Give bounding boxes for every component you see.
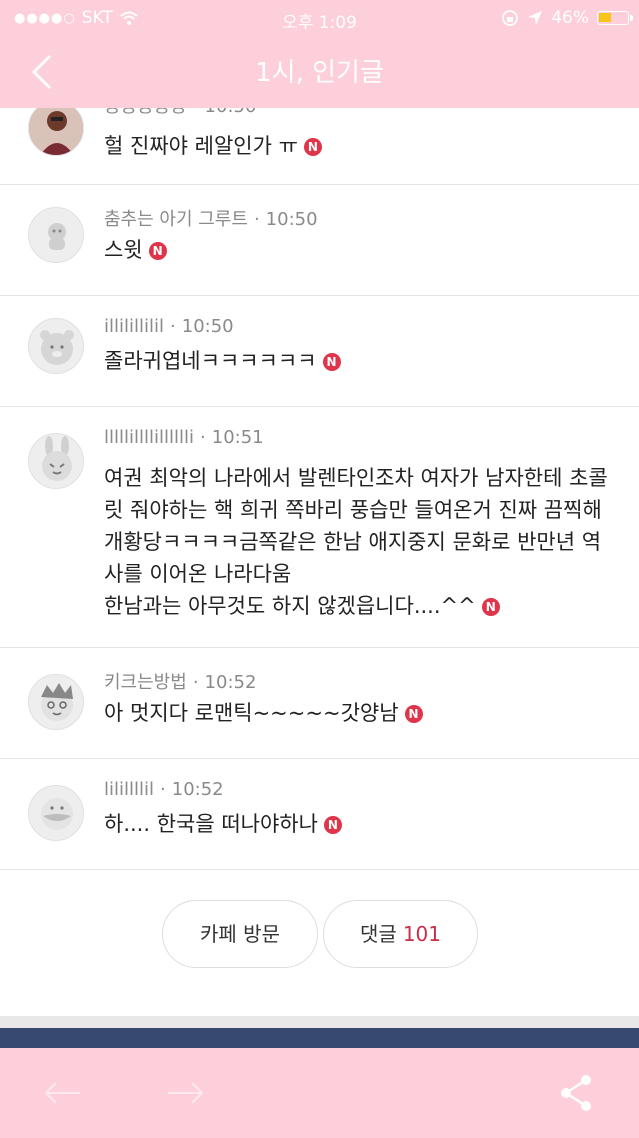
- comment-item: 춤추는 아기 그루트 · 10:50 스윗 N: [0, 185, 639, 296]
- comments-count: 101: [402, 922, 441, 946]
- cafe-visit-label: 카페 방문: [200, 922, 280, 946]
- comment-author: 키크는방법: [104, 672, 187, 693]
- comment-text: 졸라귀엽네ㅋㅋㅋㅋㅋㅋ N: [104, 345, 614, 377]
- battery-percent: 46%: [551, 8, 589, 28]
- share-icon[interactable]: [552, 1070, 602, 1116]
- page-title: 1시, 인기글: [255, 58, 384, 88]
- comment-item: lilillllil · 10:52 하.... 한국을 떠나야하나 N: [0, 759, 639, 870]
- comment-time: 10:52: [204, 672, 257, 693]
- avatar[interactable]: [28, 433, 84, 489]
- comment-meta: illilillilil · 10:50: [104, 316, 234, 337]
- comment-list: 뭉뭉뭉뭉뭉·10:50 헐 진짜야 레알인가 ㅠN 춤추는 아기 그루트·10:…: [0, 92, 639, 870]
- comment-author: 춤추는 아기 그루트: [104, 209, 248, 230]
- comment-author: lllllillllilllllli: [104, 427, 195, 448]
- bottom-toolbar: [0, 1048, 639, 1138]
- comments-label: 댓글: [360, 922, 397, 946]
- comment-time: 10:50: [265, 209, 318, 230]
- comment-author: lilillllil: [104, 779, 155, 800]
- status-bar: ●●●●○ SKT 오후 1:09 46%: [0, 0, 639, 36]
- battery-icon: [597, 11, 633, 25]
- comment-time: 10:52: [171, 779, 224, 800]
- avatar[interactable]: [28, 785, 84, 841]
- comment-text: 여권 최악의 나라에서 발렌타인조차 여자가 남자한테 초콜 릿 줘야하는 핵 …: [104, 466, 608, 618]
- comment-text: 스윗 N: [104, 234, 614, 266]
- prev-arrow-icon[interactable]: [38, 1070, 88, 1116]
- comment-time: 10:51: [211, 427, 264, 448]
- comment-text: 아 멋지다 로맨틱~~~~~갓양남 N: [104, 697, 614, 729]
- new-badge-icon: N: [404, 705, 423, 723]
- new-badge-icon: N: [303, 138, 322, 156]
- comment-meta: 춤추는 아기 그루트 · 10:50: [104, 209, 318, 230]
- comment-author: illilillilil: [104, 316, 165, 337]
- comment-time: 10:50: [181, 316, 234, 337]
- avatar[interactable]: [28, 207, 84, 263]
- new-badge-icon: N: [148, 242, 167, 260]
- cafe-visit-button[interactable]: 카페 방문: [162, 900, 318, 968]
- avatar[interactable]: [28, 674, 84, 730]
- new-badge-icon: N: [323, 816, 342, 834]
- comment-text: 하.... 한국을 떠나야하나 N: [104, 808, 614, 840]
- location-icon: [528, 11, 543, 25]
- comment-meta: lllllillllilllllli · 10:51: [104, 427, 264, 448]
- avatar[interactable]: [28, 318, 84, 374]
- comments-button[interactable]: 댓글 101: [323, 900, 478, 968]
- comment-meta: lilillllil · 10:52: [104, 779, 224, 800]
- comment-item: 키크는방법 · 10:52 아 멋지다 로맨틱~~~~~갓양남 N: [0, 648, 639, 759]
- banner-strip: [0, 1028, 639, 1048]
- lock-rotation-icon: [502, 10, 519, 26]
- action-bar: 카페 방문 댓글 101: [0, 900, 639, 972]
- avatar[interactable]: [28, 100, 84, 156]
- next-arrow-icon[interactable]: [160, 1070, 210, 1116]
- app-header: ●●●●○ SKT 오후 1:09 46% 1시, 인기글: [0, 0, 639, 108]
- comment-item: lllllillllilllllli · 10:51 여권 최악의 나라에서 발렌타…: [0, 407, 639, 648]
- new-badge-icon: N: [322, 353, 341, 371]
- section-divider: [0, 1016, 639, 1028]
- comment-item: illilillilil · 10:50 졸라귀엽네ㅋㅋㅋㅋㅋㅋ N: [0, 296, 639, 407]
- new-badge-icon: N: [481, 598, 500, 616]
- comment-text: 헐 진짜야 레알인가 ㅠN: [104, 130, 614, 162]
- comment-meta: 키크는방법 · 10:52: [104, 672, 257, 693]
